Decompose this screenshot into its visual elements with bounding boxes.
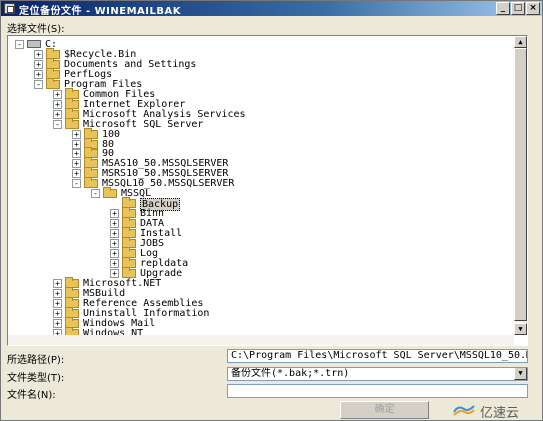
expand-icon[interactable]: + <box>72 139 81 149</box>
expand-icon[interactable]: + <box>72 169 81 179</box>
watermark: 亿速云 <box>450 401 540 421</box>
window-title: 定位备份文件 - WINEMAILBAK <box>19 6 181 17</box>
expand-icon[interactable]: + <box>34 69 43 79</box>
collapse-icon[interactable]: - <box>53 119 62 129</box>
expand-icon[interactable]: + <box>34 49 43 59</box>
expand-icon[interactable]: + <box>34 59 43 69</box>
vertical-scroll-thumb[interactable] <box>514 48 527 321</box>
file-type-label: 文件类型(T): <box>7 373 65 384</box>
folder-icon <box>65 117 79 129</box>
expand-icon[interactable]: + <box>53 298 62 308</box>
folder-icon <box>103 187 117 199</box>
expand-icon[interactable]: + <box>53 278 62 288</box>
expand-icon[interactable]: + <box>110 209 119 219</box>
window-icon <box>4 3 15 14</box>
close-button[interactable]: × <box>526 2 540 15</box>
file-name-label: 文件名(N): <box>7 390 56 401</box>
expand-icon[interactable]: + <box>72 129 81 139</box>
folder-tree-panel: - C: + $Recycle.Bin + Documents and Settings +… <box>7 35 528 346</box>
scroll-down-arrow-icon[interactable]: ▼ <box>514 323 527 335</box>
maximize-button[interactable]: □ <box>511 2 525 15</box>
collapse-icon[interactable]: - <box>91 189 100 199</box>
locate-backup-file-dialog: 定位备份文件 - WINEMAILBAK _ □ × 选择文件(S): - C: +… <box>0 0 543 421</box>
file-type-select[interactable]: 备份文件(*.bak;*.trn) ▼ <box>227 367 528 381</box>
select-file-label: 选择文件(S): <box>7 24 65 35</box>
expand-icon[interactable]: + <box>110 258 119 268</box>
vertical-scrollbar[interactable]: ▲ ▼ <box>514 36 527 335</box>
minimize-button[interactable]: _ <box>496 2 510 15</box>
collapse-icon[interactable]: - <box>34 79 43 89</box>
expand-icon[interactable]: + <box>110 229 119 239</box>
folder-icon <box>46 77 60 89</box>
expand-icon[interactable]: + <box>110 248 119 258</box>
collapse-icon[interactable]: - <box>72 179 81 189</box>
expand-icon[interactable]: + <box>53 318 62 328</box>
expand-icon[interactable]: + <box>53 99 62 109</box>
folder-icon <box>122 266 136 278</box>
expand-icon[interactable]: + <box>53 308 62 318</box>
expand-icon[interactable]: + <box>72 149 81 159</box>
file-type-value: 备份文件(*.bak;*.trn) <box>231 368 350 379</box>
horizontal-scrollbar[interactable] <box>8 335 514 345</box>
folder-icon <box>84 177 98 189</box>
expand-icon[interactable]: + <box>53 89 62 99</box>
drive-icon <box>27 40 41 48</box>
expand-icon[interactable]: + <box>72 159 81 169</box>
collapse-icon[interactable]: - <box>15 40 24 49</box>
expand-icon[interactable]: + <box>53 288 62 298</box>
file-name-input[interactable] <box>227 384 528 398</box>
watermark-text: 亿速云 <box>480 406 520 421</box>
selected-path-field[interactable]: C:\Program Files\Microsoft SQL Server\MS… <box>227 349 528 363</box>
expand-icon[interactable]: + <box>110 268 119 278</box>
expand-icon[interactable]: + <box>110 219 119 229</box>
selected-path-label: 所选路径(P): <box>7 355 65 366</box>
folder-tree[interactable]: - C: + $Recycle.Bin + Documents and Settings +… <box>8 36 513 345</box>
ok-button[interactable]: 确定 <box>340 401 429 419</box>
yisu-cloud-logo-icon <box>453 405 475 416</box>
expand-icon[interactable]: + <box>110 239 119 248</box>
expand-icon[interactable]: + <box>53 109 62 119</box>
scroll-up-arrow-icon[interactable]: ▲ <box>514 36 527 48</box>
title-bar[interactable]: 定位备份文件 - WINEMAILBAK _ □ × <box>1 1 542 17</box>
chevron-down-icon[interactable]: ▼ <box>514 368 527 380</box>
